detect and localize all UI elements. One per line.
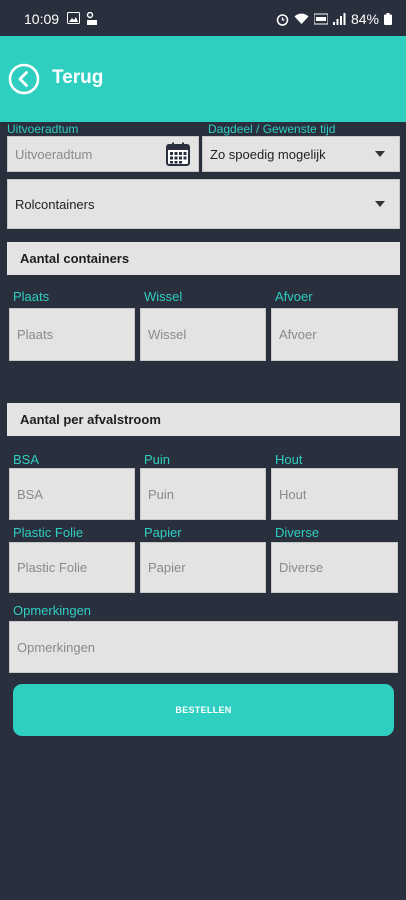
status-time: 10:09 [24,11,60,27]
paper-input[interactable]: Papier [140,542,266,593]
gallery-notification-icon [67,12,80,24]
rubble-label: Puin [144,452,171,467]
wood-placeholder: Hout [279,486,307,502]
order-button-label: BESTELLEN [175,705,232,715]
remarks-placeholder: Opmerkingen [17,639,96,655]
rubble-placeholder: Puin [148,486,175,502]
section-title-waste-streams: Aantal per afvalstroom [7,403,400,436]
back-title[interactable]: Terug [52,67,103,89]
alarm-icon [276,13,289,26]
app-bar: Terug [0,36,406,122]
wood-input[interactable]: Hout [271,468,398,520]
back-circle-icon[interactable] [8,63,40,95]
mixed-label: Diverse [275,525,320,540]
wifi-icon [294,13,309,24]
wood-label: Hout [275,452,303,467]
battery-percent: 84% [350,11,379,27]
status-bar: 10:09 84% [0,0,406,36]
place-label: Plaats [13,289,50,304]
chevron-down-icon [375,201,385,207]
section-title-containers: Aantal containers [7,242,400,275]
container-type-select[interactable]: Rolcontainers [7,179,400,229]
date-field[interactable]: Uitvoeradtum [7,136,199,172]
plastic-foil-label: Plastic Folie [13,525,84,540]
status-right-group: 84% [276,11,392,27]
paper-placeholder: Papier [148,560,186,575]
signal-icon [332,13,346,25]
battery-icon [384,13,392,25]
swap-input[interactable]: Wissel [140,308,266,361]
rubble-input[interactable]: Puin [140,468,266,520]
daypart-value: Zo spoedig mogelijk [210,146,326,162]
removal-placeholder: Afvoer [279,327,317,342]
swap-placeholder: Wissel [148,327,187,342]
chevron-down-icon [375,151,385,157]
place-placeholder: Plaats [17,327,54,342]
bsa-label: BSA [13,452,40,467]
date-label: Uitvoeradtum [7,122,79,136]
volte-icon [313,13,328,25]
order-button[interactable]: BESTELLEN [13,684,394,736]
plastic-foil-placeholder: Plastic Folie [17,560,88,575]
place-input[interactable]: Plaats [9,308,135,361]
bsa-input[interactable]: BSA [9,468,135,520]
daypart-select[interactable]: Zo spoedig mogelijk [202,136,400,172]
date-placeholder: Uitvoeradtum [15,146,93,162]
removal-input[interactable]: Afvoer [271,308,398,361]
removal-label: Afvoer [275,289,313,304]
mixed-input[interactable]: Diverse [271,542,398,593]
plastic-foil-input[interactable]: Plastic Folie [9,542,135,593]
data-speed-icon [86,12,97,25]
paper-label: Papier [144,525,182,540]
remarks-input[interactable]: Opmerkingen [9,621,398,673]
mixed-placeholder: Diverse [279,560,324,575]
remarks-label: Opmerkingen [13,603,92,618]
swap-label: Wissel [144,289,183,304]
bsa-placeholder: BSA [17,486,44,502]
container-type-value: Rolcontainers [15,196,95,212]
daypart-label: Dagdeel / Gewenste tijd [208,122,336,136]
calendar-icon[interactable] [166,142,190,166]
